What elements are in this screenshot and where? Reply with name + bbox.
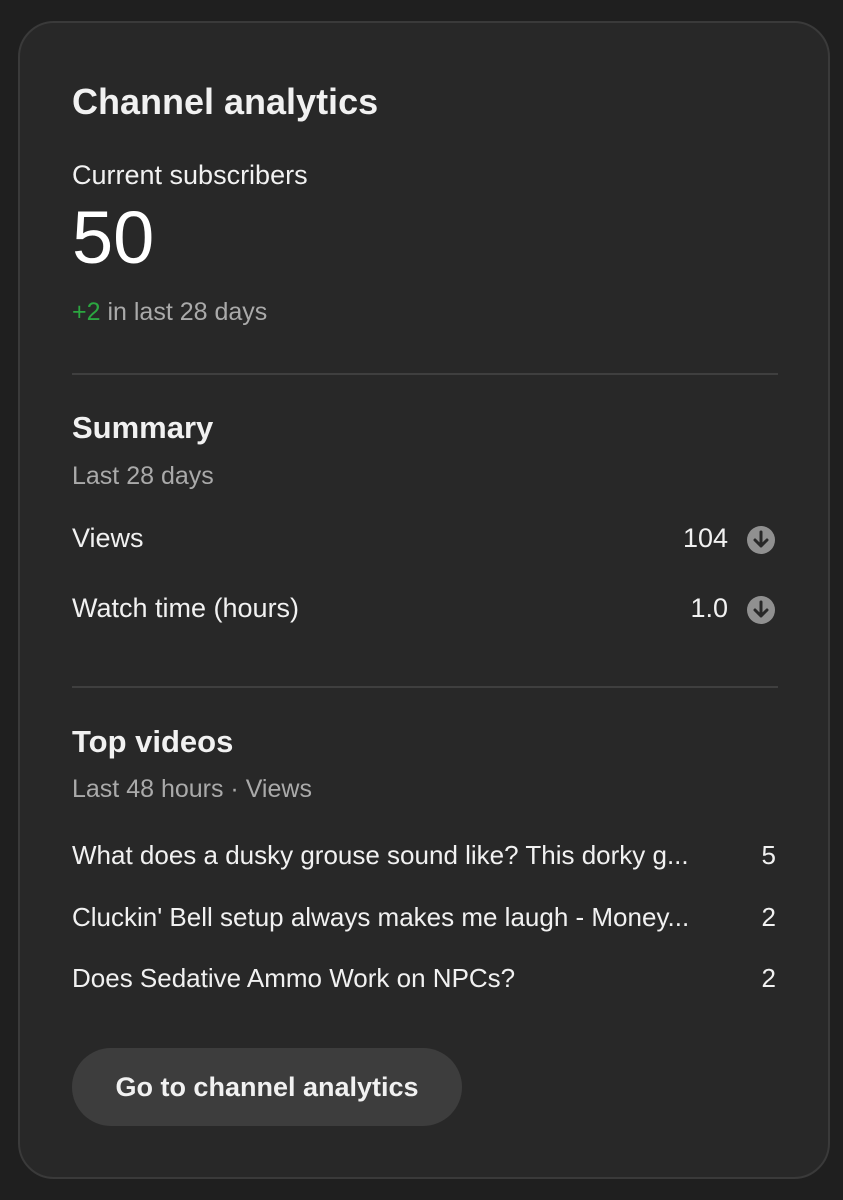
divider bbox=[72, 373, 778, 375]
video-views: 2 bbox=[761, 963, 776, 993]
go-to-channel-analytics-button[interactable]: Go to channel analytics bbox=[72, 1048, 462, 1126]
channel-analytics-card: Channel analytics Current subscribers 50… bbox=[18, 21, 830, 1179]
video-title[interactable]: Cluckin' Bell setup always makes me laug… bbox=[72, 902, 742, 933]
top-videos-title: Top videos bbox=[72, 724, 234, 759]
card-title: Channel analytics bbox=[72, 81, 379, 122]
video-views: 2 bbox=[761, 902, 776, 932]
subscriber-change: +2 in last 28 days bbox=[72, 298, 267, 327]
subscriber-count: 50 bbox=[72, 196, 155, 279]
subscriber-change-delta: +2 bbox=[72, 298, 101, 326]
views-label: Views bbox=[72, 523, 144, 553]
current-subscribers-label: Current subscribers bbox=[72, 160, 308, 190]
views-value: 104 bbox=[682, 523, 728, 553]
video-title[interactable]: Does Sedative Ammo Work on NPCs? bbox=[72, 963, 742, 994]
top-videos-subtitle: Last 48 hours · Views bbox=[72, 775, 312, 803]
summary-title: Summary bbox=[72, 410, 214, 445]
arrow-down-circle-icon bbox=[747, 596, 775, 624]
watch-time-label: Watch time (hours) bbox=[72, 593, 300, 623]
subscriber-change-period: in last 28 days bbox=[100, 298, 268, 326]
watch-time-value: 1.0 bbox=[690, 593, 728, 623]
video-views: 5 bbox=[761, 840, 776, 870]
summary-period: Last 28 days bbox=[72, 462, 214, 490]
arrow-down-circle-icon bbox=[747, 526, 775, 554]
divider bbox=[72, 686, 778, 688]
video-title[interactable]: What does a dusky grouse sound like? Thi… bbox=[72, 840, 742, 871]
